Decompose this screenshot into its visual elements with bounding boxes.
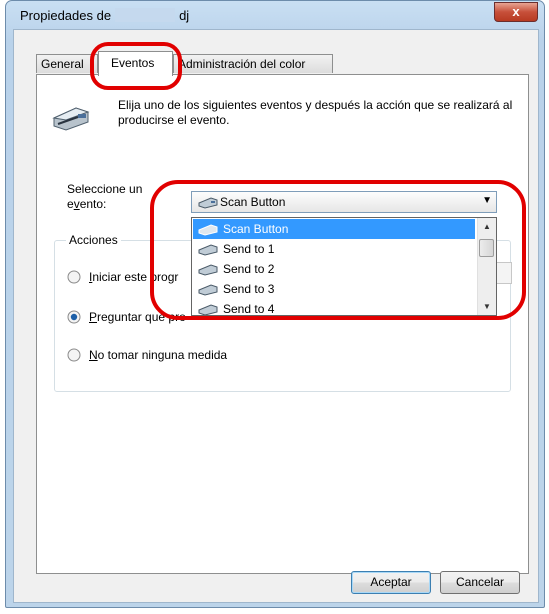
highlight-tab-annotation [90, 42, 182, 90]
ok-button[interactable]: Aceptar [351, 571, 431, 594]
events-description: Elija uno de los siguientes eventos y de… [118, 98, 513, 127]
window-title-suffix: dj [179, 8, 190, 23]
close-button[interactable]: x [494, 2, 538, 22]
tab-general[interactable]: General [36, 54, 98, 73]
radio-start-program[interactable] [67, 270, 81, 284]
tab-general-label: General [41, 57, 84, 71]
window-title-prefix: Propiedades de [20, 8, 112, 23]
tab-color-management[interactable]: Administración del color [173, 54, 333, 73]
cancel-button[interactable]: Cancelar [440, 571, 520, 594]
redacted-device-name [115, 8, 176, 22]
select-event-label: Seleccione un evento: [67, 182, 143, 211]
scanner-icon [52, 107, 90, 131]
radio-no-action[interactable] [67, 348, 81, 362]
radio-ask-program[interactable] [67, 310, 81, 324]
window-title: Propiedades de dj [20, 8, 189, 23]
highlight-dropdown-annotation [150, 180, 526, 320]
radio-no-action-label[interactable]: No tomar ninguna medida [89, 348, 227, 362]
title-bar[interactable]: Propiedades de dj x [6, 1, 544, 29]
tab-color-management-label: Administración del color [178, 57, 306, 71]
close-icon: x [512, 4, 520, 19]
actions-group-label: Acciones [66, 233, 121, 247]
